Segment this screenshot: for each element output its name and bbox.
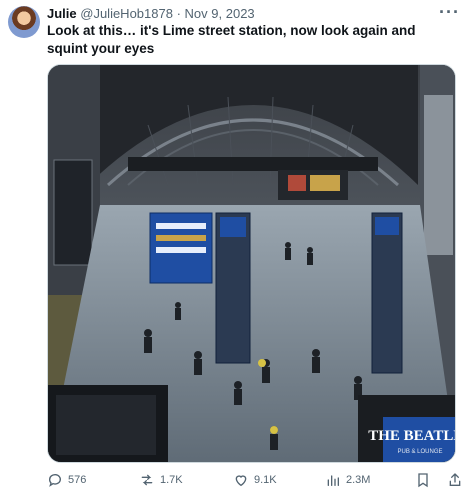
handle[interactable]: @JulieHob1878 [80,6,173,21]
reply-icon [48,474,61,487]
view-count: 2.3M [346,474,371,486]
analytics-icon [327,475,339,486]
station-illustration: THE BEATLES PUB & LOUNGE [48,65,456,462]
share-button[interactable] [447,472,463,488]
bookmark-button[interactable] [415,472,431,488]
reply-count: 576 [68,474,87,486]
repost-count: 1.7K [160,474,183,486]
dot-separator: · [176,6,181,21]
repost-button[interactable]: 1.7K [139,472,183,488]
like-count: 9.1K [254,474,277,486]
like-button[interactable]: 9.1K [233,472,277,488]
repost-icon [141,474,153,486]
share-icon [449,473,461,486]
avatar[interactable] [8,6,40,38]
action-bar: 576 1.7K 9.1K 2.3M [47,472,467,490]
post-date[interactable]: Nov 9, 2023 [185,6,255,21]
tweet-image[interactable]: THE BEATLES PUB & LOUNGE [47,64,456,463]
views-button[interactable]: 2.3M [325,472,370,488]
more-horizontal-icon[interactable]: ··· [439,2,460,23]
tweet-header: Julie @JulieHob1878 · Nov 9, 2023 [47,6,255,22]
heart-icon [235,475,247,487]
beatles-sign: THE BEATLES [368,428,456,444]
beatles-sign-sub: PUB & LOUNGE [397,449,442,455]
display-name[interactable]: Julie [47,6,77,21]
reply-button[interactable]: 576 [47,472,86,488]
tweet: Julie @JulieHob1878 · Nov 9, 2023 ··· Lo… [0,0,474,495]
tweet-text: Look at this… it's Lime street station, … [47,23,416,56]
bookmark-icon [418,473,428,488]
